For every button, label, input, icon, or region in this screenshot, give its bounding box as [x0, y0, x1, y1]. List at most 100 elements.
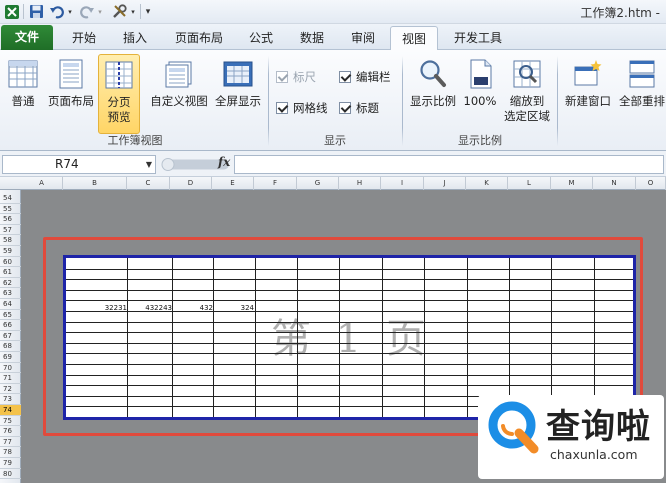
row-header-80[interactable]: 80 — [0, 469, 21, 480]
tools-dropdown-icon[interactable]: ▾ — [129, 3, 137, 20]
column-header-A[interactable]: A — [21, 177, 63, 190]
column-header-C[interactable]: C — [127, 177, 170, 190]
column-header-H[interactable]: H — [339, 177, 381, 190]
name-box-value: R74 — [55, 157, 79, 171]
column-header-E[interactable]: E — [212, 177, 254, 190]
page-row-gridline — [66, 353, 633, 355]
page-row-gridline — [66, 289, 633, 291]
row-header-63[interactable]: 63 — [0, 288, 21, 299]
column-header-M[interactable]: M — [551, 177, 593, 190]
column-header-K[interactable]: K — [466, 177, 508, 190]
custom-views-button[interactable]: 自定义视图 — [148, 54, 210, 134]
row-header-55[interactable]: 55 — [0, 204, 21, 215]
redo-dropdown-icon[interactable]: ▾ — [96, 3, 104, 20]
row-header-61[interactable]: 61 — [0, 267, 21, 278]
column-header-F[interactable]: F — [254, 177, 297, 190]
ruler-checkbox[interactable]: 标尺 — [276, 69, 316, 85]
logo-name: 查询啦 — [546, 407, 651, 447]
row-header-65[interactable]: 65 — [0, 310, 21, 321]
page-break-preview-button[interactable]: 分页 预览 — [98, 54, 140, 134]
row-header-72[interactable]: 72 — [0, 384, 21, 395]
row-header-57[interactable]: 57 — [0, 225, 21, 236]
row-header-74[interactable]: 74 — [0, 405, 21, 416]
formula-bar-checkbox[interactable]: 编辑栏 — [339, 69, 391, 85]
tab-insert[interactable]: 插入 — [112, 26, 158, 50]
full-screen-button[interactable]: 全屏显示 — [212, 54, 264, 134]
column-header-B[interactable]: B — [63, 177, 127, 190]
row-header-77[interactable]: 77 — [0, 437, 21, 448]
page-layout-view-button[interactable]: 页面布局 — [44, 54, 98, 134]
headings-label: 标题 — [356, 101, 379, 115]
row-header-70[interactable]: 70 — [0, 363, 21, 374]
page-column-gridline — [594, 258, 595, 417]
formula-input[interactable] — [234, 155, 664, 174]
save-icon[interactable] — [28, 3, 44, 20]
column-header-J[interactable]: J — [424, 177, 466, 190]
name-box[interactable]: R74 ▼ — [2, 155, 156, 174]
row-header-58[interactable]: 58 — [0, 235, 21, 246]
page-row-gridline — [66, 311, 633, 312]
zoom-to-selection-button[interactable]: 缩放到 选定区域 — [501, 54, 553, 134]
row-header-78[interactable]: 78 — [0, 447, 21, 458]
row-header-62[interactable]: 62 — [0, 278, 21, 289]
arrange-all-label: 全部重排 — [619, 94, 665, 108]
row-header-67[interactable]: 67 — [0, 331, 21, 342]
undo-icon[interactable] — [50, 3, 64, 20]
row-header-64[interactable]: 64 — [0, 299, 21, 310]
row-header-73[interactable]: 73 — [0, 394, 21, 405]
name-box-dropdown-icon[interactable]: ▼ — [146, 156, 152, 173]
row-header-66[interactable]: 66 — [0, 320, 21, 331]
column-header-N[interactable]: N — [593, 177, 636, 190]
gridlines-checkbox-box — [276, 102, 288, 114]
row-header-71[interactable]: 71 — [0, 373, 21, 384]
page-row-gridline — [66, 374, 633, 376]
headings-checkbox[interactable]: 标题 — [339, 100, 379, 116]
undo-dropdown-icon[interactable]: ▾ — [66, 3, 74, 20]
redo-icon[interactable] — [80, 3, 94, 20]
page-column-gridline — [339, 258, 340, 417]
tab-review[interactable]: 审阅 — [340, 26, 386, 50]
tab-data[interactable]: 数据 — [289, 26, 335, 50]
arrange-all-button[interactable]: 全部重排 — [616, 54, 666, 134]
row-header-56[interactable]: 56 — [0, 214, 21, 225]
page-break-preview-icon — [103, 59, 135, 91]
column-header-D[interactable]: D — [170, 177, 212, 190]
new-window-button[interactable]: 新建窗口 — [560, 54, 616, 134]
column-header-L[interactable]: L — [508, 177, 551, 190]
zoom-to-selection-icon — [511, 58, 543, 90]
insert-function-icon[interactable]: fx — [218, 155, 230, 169]
row-header-69[interactable]: 69 — [0, 352, 21, 363]
group-label-zoom: 显示比例 — [458, 134, 502, 147]
excel-logo-icon[interactable] — [4, 3, 20, 20]
gridlines-checkbox[interactable]: 网格线 — [276, 100, 328, 116]
tab-view[interactable]: 视图 — [390, 26, 438, 51]
page-row-gridline — [66, 364, 633, 365]
zoom-button[interactable]: 显示比例 — [406, 54, 460, 134]
normal-view-button[interactable]: 普通 — [2, 54, 44, 134]
column-header-I[interactable]: I — [381, 177, 424, 190]
gridlines-label: 网格线 — [293, 101, 328, 115]
zoom-label: 显示比例 — [410, 94, 456, 108]
tab-page-layout[interactable]: 页面布局 — [163, 26, 235, 50]
tab-formulas[interactable]: 公式 — [238, 26, 284, 50]
column-header-G[interactable]: G — [297, 177, 339, 190]
row-header-54[interactable]: 54 — [0, 193, 21, 204]
zoom-to-selection-label-line2: 选定区域 — [504, 109, 550, 123]
customize-quick-access-icon[interactable]: ▾ — [143, 3, 153, 20]
row-header-76[interactable]: 76 — [0, 426, 21, 437]
row-header-59[interactable]: 59 — [0, 246, 21, 257]
row-header-60[interactable]: 60 — [0, 257, 21, 268]
page-column-gridline — [551, 258, 552, 417]
row-header-68[interactable]: 68 — [0, 341, 21, 352]
tools-icon[interactable] — [110, 3, 128, 20]
page-layout-view-label: 页面布局 — [48, 94, 94, 108]
column-header-O[interactable]: O — [636, 177, 666, 190]
tab-home[interactable]: 开始 — [60, 26, 108, 50]
tab-file[interactable]: 文件 — [1, 25, 53, 50]
row-header-79[interactable]: 79 — [0, 458, 21, 469]
tab-developer[interactable]: 开发工具 — [443, 26, 513, 50]
zoom-100-button[interactable]: 100% — [461, 54, 499, 134]
row-header-75[interactable]: 75 — [0, 416, 21, 427]
custom-views-icon — [163, 58, 195, 90]
column-headers: ABCDEFGHIJKLMNO — [0, 177, 666, 190]
